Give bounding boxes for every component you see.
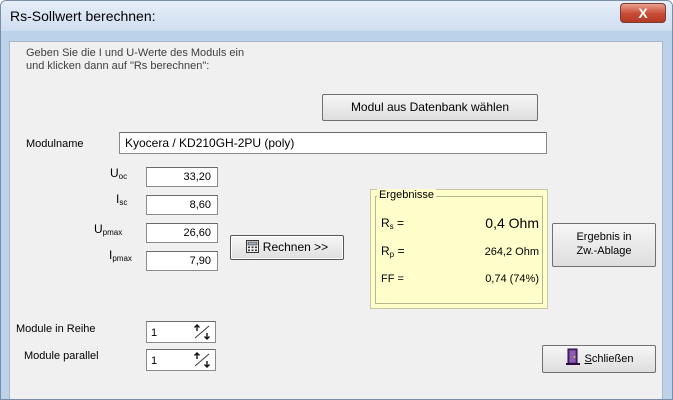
door-exit-icon — [565, 348, 581, 366]
intro-line-2: und klicken dann auf "Rs berechnen": — [26, 60, 210, 72]
modules-parallel-value: 1 — [151, 355, 158, 367]
module-name-label: Modulname — [26, 138, 84, 150]
title-bar[interactable]: Rs-Sollwert berechnen: X — [1, 1, 672, 31]
close-icon: X — [638, 5, 648, 21]
rs-label: Rs = — [381, 216, 405, 231]
uoc-label: Uoc — [110, 166, 128, 181]
calculate-button[interactable]: Rechnen >> — [230, 235, 344, 260]
intro-line-1: Geben Sie die I und U-Werte des Moduls e… — [26, 47, 245, 59]
close-button-label: Schließen — [584, 353, 634, 365]
intro-text: Geben Sie die I und U-Werte des Moduls e… — [26, 47, 244, 73]
results-legend: Ergebnisse — [377, 189, 437, 201]
ipmax-label: Ipmax — [109, 248, 132, 263]
modules-parallel-spinner[interactable]: 1 — [146, 349, 216, 371]
clipboard-button-line-1: Ergebnis in — [576, 231, 632, 243]
modules-in-series-spinner[interactable]: 1 — [146, 321, 216, 343]
upmax-input[interactable]: 26,60 — [146, 223, 218, 243]
calculate-button-label: Rechnen >> — [262, 240, 329, 254]
results-panel: Ergebnisse Rs = 0,4 Ohm Rp = 264,2 Ohm F… — [370, 189, 548, 309]
copy-result-to-clipboard-button[interactable]: Ergebnis in Zw.-Ablage — [552, 223, 656, 267]
ipmax-input[interactable]: 7,90 — [146, 251, 218, 271]
dialog-client-area: Geben Sie die I und U-Werte des Moduls e… — [9, 41, 663, 399]
rp-label: Rp = — [381, 244, 405, 259]
rs-value: 0,4 Ohm — [485, 215, 539, 231]
dialog-window: Rs-Sollwert berechnen: X Geben Sie die I… — [0, 0, 673, 400]
spin-arrows-icon[interactable] — [193, 324, 211, 340]
module-name-input[interactable]: Kyocera / KD210GH-2PU (poly) — [119, 132, 547, 154]
ff-label: FF = — [381, 273, 404, 285]
modules-parallel-label: Module parallel — [24, 350, 99, 362]
modules-in-series-value: 1 — [151, 327, 158, 339]
calculator-icon — [245, 238, 259, 253]
uoc-input[interactable]: 33,20 — [146, 167, 218, 187]
modules-in-series-label: Module in Reihe — [16, 323, 96, 335]
close-window-button[interactable]: X — [620, 3, 666, 23]
upmax-label: Upmax — [94, 222, 123, 237]
ff-value: 0,74 (74%) — [485, 273, 539, 285]
close-dialog-button[interactable]: Schließen — [542, 345, 656, 373]
select-from-database-button[interactable]: Modul aus Datenbank wählen — [322, 94, 538, 121]
clipboard-button-line-2: Zw.-Ablage — [576, 245, 632, 257]
rp-value: 264,2 Ohm — [484, 246, 539, 258]
spin-arrows-icon[interactable] — [193, 352, 211, 368]
isc-input[interactable]: 8,60 — [146, 195, 218, 215]
isc-label: Isc — [116, 192, 128, 207]
window-title: Rs-Sollwert berechnen: — [10, 8, 156, 24]
